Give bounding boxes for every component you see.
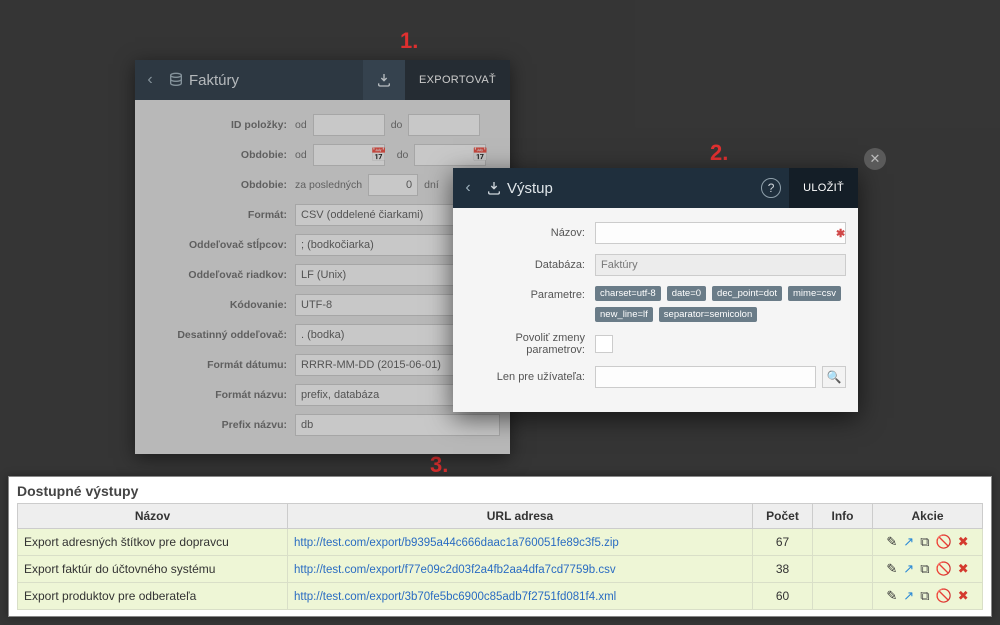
- col-url: URL adresa: [288, 504, 753, 529]
- step-3-label: 3.: [430, 452, 448, 478]
- cell-url: http://test.com/export/3b70fe5bc6900c85a…: [288, 583, 753, 610]
- user-lookup-button[interactable]: 🔍: [822, 366, 846, 388]
- output-db-display: [595, 254, 846, 276]
- param-tag[interactable]: dec_point=dot: [712, 286, 782, 301]
- cell-nazov: Export adresných štítkov pre dopravcu: [18, 529, 288, 556]
- cell-url: http://test.com/export/f77e09c2d03f2a4fb…: [288, 556, 753, 583]
- required-icon: ✱: [836, 227, 845, 240]
- last-days-input[interactable]: [368, 174, 418, 196]
- panel2-header: ‹ Výstup ? ULOŽIŤ: [453, 168, 858, 208]
- edit-icon[interactable]: ✎: [886, 588, 897, 604]
- block-icon[interactable]: 🚫: [936, 588, 952, 604]
- export-icon-button[interactable]: [363, 60, 405, 100]
- save-button[interactable]: ULOŽIŤ: [789, 168, 858, 208]
- cell-info: [813, 556, 873, 583]
- date-from-input[interactable]: [313, 144, 385, 166]
- lbl-obdobie: Obdobie:: [145, 149, 295, 161]
- cell-pocet: 60: [753, 583, 813, 610]
- cell-nazov: Export produktov pre odberateľa: [18, 583, 288, 610]
- param-tag[interactable]: new_line=lf: [595, 307, 653, 322]
- edit-icon[interactable]: ✎: [886, 561, 897, 577]
- edit-icon[interactable]: ✎: [886, 534, 897, 550]
- output-url-link[interactable]: http://test.com/export/3b70fe5bc6900c85a…: [294, 591, 616, 603]
- open-icon[interactable]: ↗: [903, 588, 914, 604]
- open-icon[interactable]: ↗: [903, 561, 914, 577]
- step-2-label: 2.: [710, 140, 728, 166]
- panel2-title: Výstup: [505, 168, 561, 208]
- date-to-input[interactable]: [414, 144, 486, 166]
- delete-icon[interactable]: ✖: [958, 588, 969, 604]
- output-url-link[interactable]: http://test.com/export/f77e09c2d03f2a4fb…: [294, 564, 616, 576]
- id-from-input[interactable]: [313, 114, 385, 136]
- col-akcie: Akcie: [873, 504, 983, 529]
- panel3-heading: Dostupné výstupy: [17, 483, 983, 499]
- output-dialog: ‹ Výstup ? ULOŽIŤ Názov: ✱ Databáza: Par…: [453, 168, 858, 412]
- prefix-input[interactable]: [295, 414, 500, 436]
- step-1-label: 1.: [400, 28, 418, 54]
- lbl-id-polozky: ID položky:: [145, 119, 295, 131]
- output-name-input[interactable]: [595, 222, 846, 244]
- params-tagbox: charset=utf-8 date=0 dec_point=dot mime=csv…: [595, 286, 846, 322]
- database-icon: [165, 60, 187, 100]
- param-tag[interactable]: date=0: [667, 286, 706, 301]
- block-icon[interactable]: 🚫: [936, 534, 952, 550]
- delete-icon[interactable]: ✖: [958, 534, 969, 550]
- help-button[interactable]: ?: [761, 178, 781, 198]
- available-outputs-panel: Dostupné výstupy Názov URL adresa Počet …: [8, 476, 992, 617]
- cell-actions: ✎ ↗ ⧉ 🚫 ✖: [873, 529, 983, 556]
- cell-info: [813, 529, 873, 556]
- block-icon[interactable]: 🚫: [936, 561, 952, 577]
- copy-icon[interactable]: ⧉: [920, 534, 929, 550]
- cell-pocet: 38: [753, 556, 813, 583]
- close-dialog-button[interactable]: ✕: [864, 148, 886, 170]
- back-button[interactable]: ‹: [135, 60, 165, 100]
- panel1-title: Faktúry: [187, 60, 247, 100]
- table-row: Export produktov pre odberateľa http://te…: [18, 583, 983, 610]
- allow-param-change-checkbox[interactable]: [595, 335, 613, 353]
- param-tag[interactable]: mime=csv: [788, 286, 841, 301]
- param-tag[interactable]: charset=utf-8: [595, 286, 661, 301]
- export-button[interactable]: EXPORTOVAŤ: [405, 60, 510, 100]
- cell-actions: ✎ ↗ ⧉ 🚫 ✖: [873, 583, 983, 610]
- panel1-header: ‹ Faktúry EXPORTOVAŤ: [135, 60, 510, 100]
- copy-icon[interactable]: ⧉: [920, 561, 929, 577]
- back-button[interactable]: ‹: [453, 168, 483, 208]
- export-icon: [483, 168, 505, 208]
- copy-icon[interactable]: ⧉: [920, 588, 929, 604]
- col-nazov: Názov: [18, 504, 288, 529]
- outputs-table: Názov URL adresa Počet Info Akcie Export…: [17, 503, 983, 610]
- cell-info: [813, 583, 873, 610]
- lbl-obdobie2: Obdobie:: [145, 179, 295, 191]
- table-row: Export adresných štítkov pre dopravcu htt…: [18, 529, 983, 556]
- table-row: Export faktúr do účtovného systému http:/…: [18, 556, 983, 583]
- open-icon[interactable]: ↗: [903, 534, 914, 550]
- cell-pocet: 67: [753, 529, 813, 556]
- col-pocet: Počet: [753, 504, 813, 529]
- param-tag[interactable]: separator=semicolon: [659, 307, 757, 322]
- cell-nazov: Export faktúr do účtovného systému: [18, 556, 288, 583]
- output-url-link[interactable]: http://test.com/export/b9395a44c666daac1…: [294, 537, 619, 549]
- col-info: Info: [813, 504, 873, 529]
- delete-icon[interactable]: ✖: [958, 561, 969, 577]
- cell-url: http://test.com/export/b9395a44c666daac1…: [288, 529, 753, 556]
- id-to-input[interactable]: [408, 114, 480, 136]
- user-restrict-input[interactable]: [595, 366, 816, 388]
- cell-actions: ✎ ↗ ⧉ 🚫 ✖: [873, 556, 983, 583]
